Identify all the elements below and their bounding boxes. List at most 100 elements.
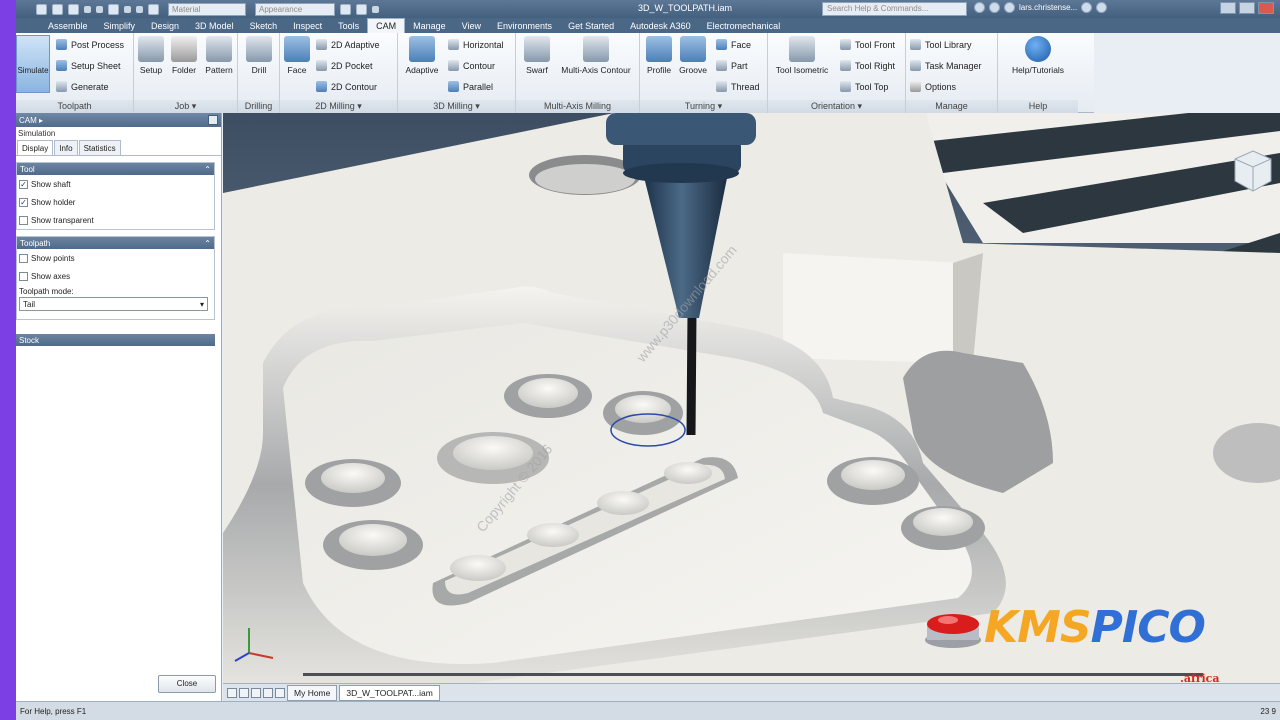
adaptive-button[interactable]: Adaptive (402, 36, 442, 75)
tab-environments[interactable]: Environments (489, 19, 560, 33)
star-icon[interactable] (989, 2, 1000, 13)
show-shaft-option[interactable]: ✓ Show shaft (17, 175, 214, 193)
tab-statistics[interactable]: Statistics (78, 140, 121, 155)
show-transparent-option[interactable]: Show transparent (17, 211, 214, 229)
tool-front-button[interactable]: Tool Front (840, 39, 895, 50)
restore-button[interactable] (1239, 2, 1255, 14)
iproperties-icon[interactable] (148, 3, 159, 15)
tab-assemble[interactable]: Assemble (40, 19, 96, 33)
show-points-option[interactable]: Show points (17, 249, 214, 267)
viewcube-icon[interactable] (1233, 149, 1273, 193)
horizontal-button[interactable]: Horizontal (448, 39, 504, 50)
cascade-view-icon[interactable] (239, 687, 249, 698)
groove-button[interactable]: Groove (676, 36, 710, 75)
tool-section-header[interactable]: Tool ⌃ (17, 163, 214, 175)
turning-face-button[interactable]: Face (716, 39, 751, 50)
face-button[interactable]: Face (280, 36, 314, 75)
tab-info[interactable]: Info (54, 140, 78, 155)
tab-menu-icon[interactable] (275, 687, 285, 698)
show-axes-checkbox[interactable] (19, 271, 28, 281)
tab-display[interactable]: Display (17, 140, 54, 155)
tool-right-button[interactable]: Tool Right (840, 60, 895, 71)
contour-button[interactable]: Contour (448, 60, 495, 71)
options-button[interactable]: Options (910, 81, 956, 92)
user-icon[interactable] (1004, 2, 1015, 13)
viewcube[interactable] (1233, 149, 1273, 193)
update-icon[interactable] (136, 5, 143, 13)
tool-isometric-button[interactable]: Tool Isometric (772, 36, 832, 75)
simulate-button[interactable]: Simulate (16, 35, 50, 93)
tab-design[interactable]: Design (143, 19, 187, 33)
clear-appearance-icon[interactable] (356, 3, 367, 15)
save-icon[interactable] (68, 3, 79, 15)
exchange-apps-icon[interactable] (1081, 2, 1093, 13)
adjust-appearance-icon[interactable] (340, 3, 351, 15)
folder-button[interactable]: Folder (167, 36, 201, 75)
collapse-icon[interactable]: ⌃ (204, 239, 211, 248)
part-button[interactable]: Part (716, 60, 748, 71)
show-axes-option[interactable]: Show axes (17, 267, 214, 285)
tab-get-started[interactable]: Get Started (560, 19, 622, 33)
graphics-viewport[interactable]: www.p30download.com Copyright © 2016 (223, 113, 1280, 683)
pattern-button[interactable]: Pattern (202, 36, 236, 75)
setup-sheet-button[interactable]: Setup Sheet (56, 60, 121, 71)
show-points-checkbox[interactable] (19, 253, 28, 263)
2d-pocket-button[interactable]: 2D Pocket (316, 60, 373, 71)
setup-button[interactable]: Setup (134, 36, 168, 75)
appearance-dropdown[interactable]: Appearance (255, 2, 335, 16)
show-shaft-checkbox[interactable]: ✓ (19, 179, 28, 189)
arrange-icon[interactable] (251, 687, 261, 698)
list-view-icon[interactable] (263, 687, 273, 698)
user-name[interactable]: lars.christense... (1019, 3, 1077, 12)
open-file-icon[interactable] (52, 3, 63, 15)
stock-section-header[interactable]: Stock (16, 334, 215, 346)
tool-top-button[interactable]: Tool Top (840, 81, 888, 92)
show-holder-option[interactable]: ✓ Show holder (17, 193, 214, 211)
tab-tools[interactable]: Tools (330, 19, 367, 33)
show-holder-checkbox[interactable]: ✓ (19, 197, 28, 207)
generate-button[interactable]: Generate (56, 81, 109, 92)
multi-axis-contour-button[interactable]: Multi-Axis Contour (554, 36, 638, 75)
task-manager-button[interactable]: Task Manager (910, 60, 982, 71)
doc-tab-my-home[interactable]: My Home (287, 684, 338, 701)
tab-view[interactable]: View (454, 19, 489, 33)
tab-sketch[interactable]: Sketch (242, 19, 286, 33)
thread-button[interactable]: Thread (716, 81, 760, 92)
select-icon[interactable] (124, 5, 131, 13)
tab-electromechanical[interactable]: Electromechanical (699, 19, 789, 33)
drill-button[interactable]: Drill (242, 36, 276, 75)
collapse-icon[interactable]: ⌃ (204, 165, 211, 174)
undo-icon[interactable] (84, 5, 91, 13)
tab-autodesk-a360[interactable]: Autodesk A360 (622, 19, 699, 33)
redo-icon[interactable] (96, 5, 103, 13)
tab-3d-model[interactable]: 3D Model (187, 19, 242, 33)
doc-tab-toolpath[interactable]: 3D_W_TOOLPAT...iam (339, 684, 440, 701)
profile-button[interactable]: Profile (642, 36, 676, 75)
toolpath-section-header[interactable]: Toolpath ⌃ (17, 237, 214, 249)
material-dropdown[interactable]: Material (168, 2, 246, 16)
2d-contour-button[interactable]: 2D Contour (316, 81, 377, 92)
new-file-icon[interactable] (36, 3, 47, 15)
toolpath-mode-select[interactable]: Tail ▾ (19, 297, 208, 311)
tool-library-button[interactable]: Tool Library (910, 39, 972, 50)
tab-cam[interactable]: CAM (367, 18, 406, 33)
close-window-button[interactable] (1258, 2, 1274, 14)
close-button[interactable]: Close (158, 675, 216, 693)
tab-simplify[interactable]: Simplify (96, 19, 144, 33)
help-tutorials-button[interactable]: Help/Tutorials (1002, 36, 1074, 75)
tab-inspect[interactable]: Inspect (285, 19, 330, 33)
tab-manage[interactable]: Manage (405, 19, 454, 33)
help-icon[interactable] (1096, 2, 1108, 13)
2d-adaptive-button[interactable]: 2D Adaptive (316, 39, 380, 50)
tile-view-icon[interactable] (227, 687, 237, 698)
formula-icon[interactable] (372, 5, 379, 13)
show-transparent-checkbox[interactable] (19, 215, 28, 225)
horizontal-scrollbar[interactable] (303, 673, 1203, 676)
swarf-button[interactable]: Swarf (520, 36, 554, 75)
dock-icon[interactable] (208, 115, 218, 125)
minimize-button[interactable] (1220, 2, 1236, 14)
parallel-button[interactable]: Parallel (448, 81, 493, 92)
post-process-button[interactable]: Post Process (56, 39, 124, 50)
help-search-input[interactable]: Search Help & Commands... (822, 2, 967, 16)
home-icon[interactable] (108, 3, 119, 15)
